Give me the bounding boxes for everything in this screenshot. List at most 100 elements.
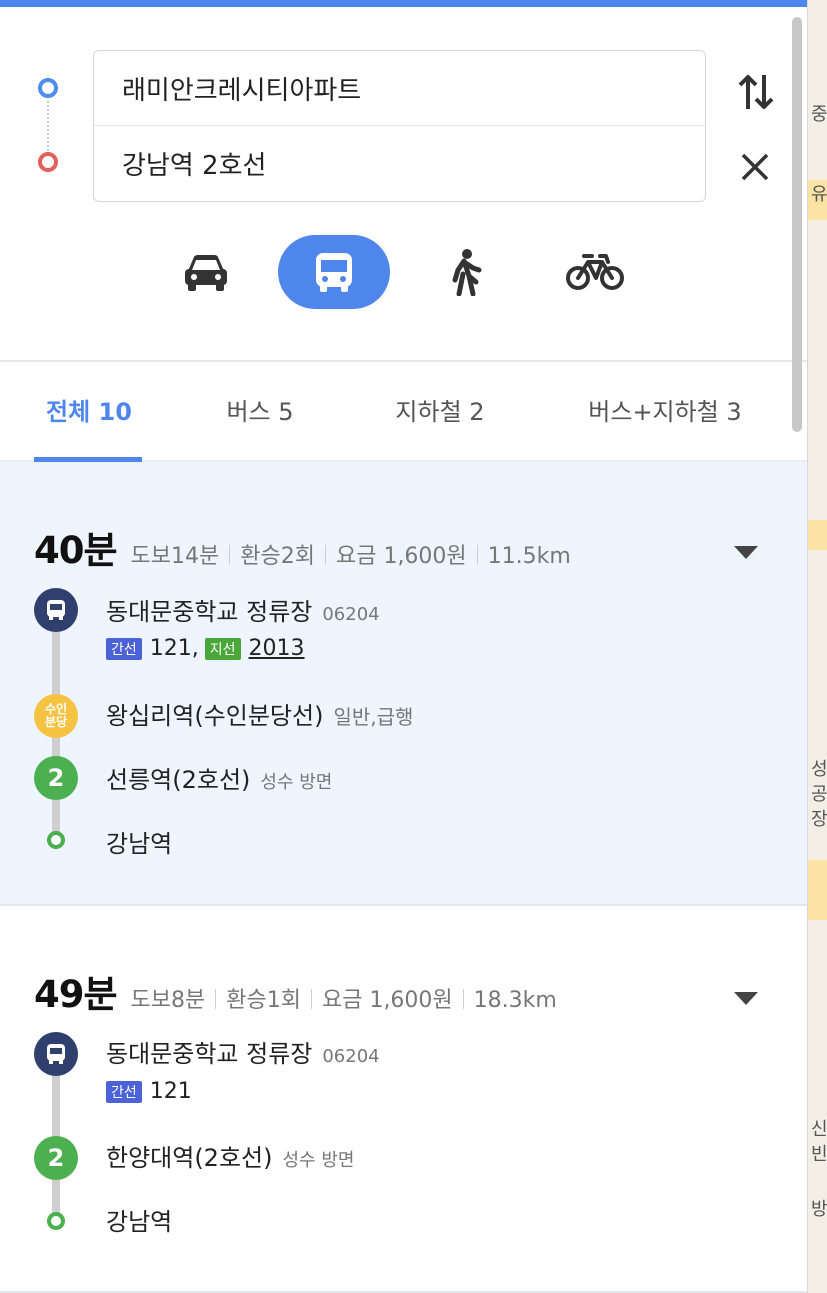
transfer-count: 환승1회 xyxy=(226,988,301,1013)
map-label: 신 xyxy=(811,1119,827,1140)
tab-bus[interactable]: 버스 5 xyxy=(205,392,315,432)
stop-name: 동대문중학교 정류장 06204 xyxy=(106,592,380,627)
meta-separator xyxy=(310,989,312,1009)
stop-name: 왕십리역(수인분당선) 일반,급행 xyxy=(106,696,413,731)
map-label: 중 xyxy=(811,104,827,125)
fare: 요금 1,600원 xyxy=(321,988,453,1013)
stop-name-text: 선릉역(2호선) xyxy=(106,766,251,794)
stop-name-text: 왕십리역(수인분당선) xyxy=(106,702,324,730)
walk-icon xyxy=(452,249,482,296)
bus-icon xyxy=(316,253,352,292)
stop-name-text: 동대문중학교 정류장 xyxy=(106,598,313,626)
bus-icon xyxy=(47,1044,65,1064)
stop-direction: 성수 방면 xyxy=(260,772,333,793)
bus-number-link[interactable]: 2013 xyxy=(249,636,305,661)
line-icon-text: 수인분당 xyxy=(44,702,68,729)
destination-dot-icon xyxy=(47,1212,65,1230)
trunk-bus-badge: 간선 xyxy=(106,637,142,660)
stop-name-text: 한양대역(2호선) xyxy=(106,1144,273,1172)
route-summary: 49분 도보8분 환승1회 요금 1,600원 18.3km xyxy=(34,964,557,1018)
meta-separator xyxy=(324,545,326,565)
expand-button[interactable] xyxy=(733,544,759,560)
origin-input[interactable]: 래미안크레시티아파트 xyxy=(94,51,705,126)
fare: 요금 1,600원 xyxy=(335,544,467,569)
mode-transit-button[interactable] xyxy=(278,235,390,309)
destination-pin-icon xyxy=(38,152,58,172)
meta-separator xyxy=(215,989,217,1009)
distance: 18.3km xyxy=(473,988,557,1013)
destination-input[interactable]: 강남역 2호선 xyxy=(94,126,705,201)
mode-car-button[interactable] xyxy=(170,235,242,309)
suin-bundang-line-icon: 수인분당 xyxy=(34,694,78,738)
mode-bike-button[interactable] xyxy=(560,235,630,309)
stop-name: 선릉역(2호선) 성수 방면 xyxy=(106,760,332,795)
car-icon xyxy=(185,255,227,291)
stop-code: 06204 xyxy=(322,604,380,625)
stop-name: 한양대역(2호선) 성수 방면 xyxy=(106,1138,354,1173)
close-icon xyxy=(741,153,769,181)
bus-number: 121 xyxy=(149,1079,192,1104)
top-accent-bar xyxy=(0,0,807,7)
chevron-down-icon xyxy=(734,546,758,559)
bus-number: 121, xyxy=(149,636,199,661)
transfer-count: 환승2회 xyxy=(240,544,315,569)
stop-name: 강남역 xyxy=(106,830,173,858)
search-box: 래미안크레시티아파트 강남역 2호선 xyxy=(93,50,706,202)
meta-separator xyxy=(476,545,478,565)
map-label: 방 xyxy=(811,1199,827,1220)
route-summary: 40분 도보14분 환승2회 요금 1,600원 11.5km xyxy=(34,520,571,574)
destination-dot-icon xyxy=(47,831,65,849)
stop-name: 동대문중학교 정류장 06204 xyxy=(106,1034,380,1069)
meta-separator xyxy=(462,989,464,1009)
total-time: 40분 xyxy=(34,529,118,572)
line2-icon: 2 xyxy=(34,756,78,800)
bus-stop-icon xyxy=(34,1032,78,1076)
mode-walk-button[interactable] xyxy=(435,235,495,309)
distance: 11.5km xyxy=(487,544,571,569)
trunk-bus-badge: 간선 xyxy=(106,1080,142,1103)
stop-note: 일반,급행 xyxy=(333,705,414,729)
stop-name-text: 동대문중학교 정류장 xyxy=(106,1040,313,1068)
swap-icon xyxy=(738,75,774,109)
tab-all[interactable]: 전체 10 xyxy=(34,392,144,432)
meta-separator xyxy=(229,545,231,565)
route-meta: 도보8분 환승1회 요금 1,600원 18.3km xyxy=(131,982,557,1014)
map-label: 성 xyxy=(811,759,827,780)
route-dots xyxy=(47,101,49,151)
swap-button[interactable] xyxy=(735,67,777,117)
total-time: 49분 xyxy=(34,973,118,1016)
map-road xyxy=(808,520,827,550)
stop-code: 06204 xyxy=(322,1046,380,1067)
section-divider xyxy=(0,360,807,362)
map-road xyxy=(808,860,827,920)
bus-icon xyxy=(47,600,65,620)
map-label: 빈 xyxy=(811,1144,827,1165)
stop-name: 강남역 xyxy=(106,1208,173,1236)
line-icon-text: 2 xyxy=(47,764,65,792)
expand-button[interactable] xyxy=(733,990,759,1006)
map-label: 공 xyxy=(811,784,827,805)
bike-icon xyxy=(566,254,624,290)
bus-lines: 간선 121, 지선 2013 xyxy=(106,636,311,661)
map-label: 장 xyxy=(811,809,827,830)
chevron-down-icon xyxy=(734,992,758,1005)
bus-stop-icon xyxy=(34,588,78,632)
walk-time: 도보14분 xyxy=(130,544,220,569)
route-meta: 도보14분 환승2회 요금 1,600원 11.5km xyxy=(131,538,571,570)
line2-icon: 2 xyxy=(34,1136,78,1180)
map-view[interactable]: 중 유 성 공 장 신 빈 방 xyxy=(807,0,827,1293)
branch-bus-badge: 지선 xyxy=(204,637,241,660)
line-icon-text: 2 xyxy=(47,1144,65,1172)
scrollbar[interactable] xyxy=(792,17,802,432)
directions-panel: 래미안크레시티아파트 강남역 2호선 전체 10 버스 5 지하철 2 버스+지… xyxy=(0,7,807,1293)
route-card[interactable]: 49분 도보8분 환승1회 요금 1,600원 18.3km 동대문중학교 정류장 06… xyxy=(0,908,807,1293)
route-card[interactable]: 40분 도보14분 환승2회 요금 1,600원 11.5km 동대문중학교 정류장 0… xyxy=(0,462,807,906)
stop-direction: 성수 방면 xyxy=(282,1150,355,1171)
map-label: 유 xyxy=(811,184,827,205)
bus-lines: 간선 121 xyxy=(106,1079,198,1104)
walk-time: 도보8분 xyxy=(130,988,206,1013)
tab-bus-subway[interactable]: 버스+지하철 3 xyxy=(570,392,760,432)
tab-subway[interactable]: 지하철 2 xyxy=(375,392,505,432)
origin-pin-icon xyxy=(38,78,58,98)
clear-button[interactable] xyxy=(735,147,775,187)
